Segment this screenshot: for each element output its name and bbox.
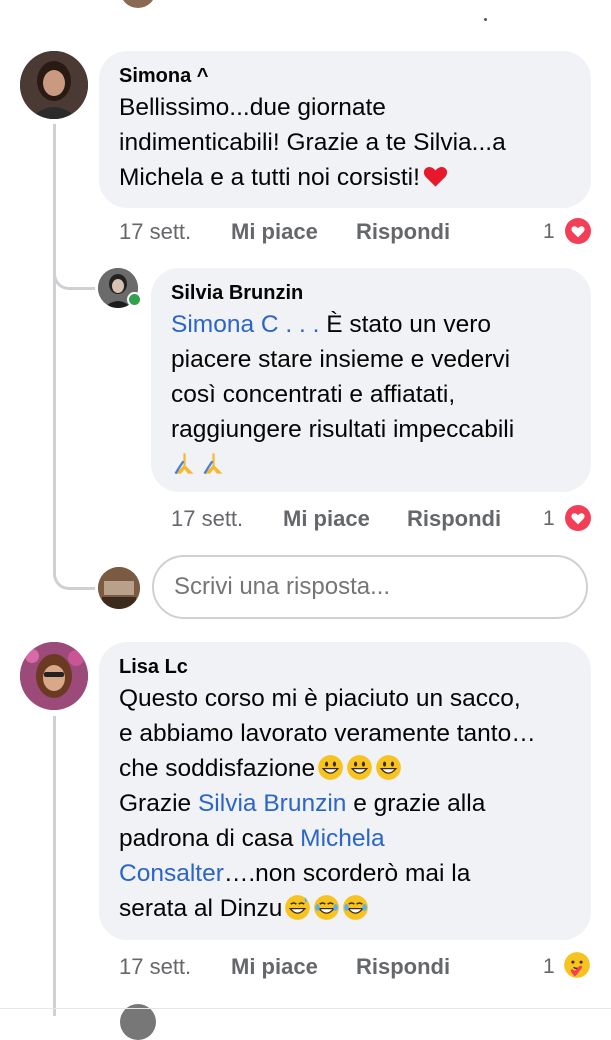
comment-text: padrona di casa [119, 825, 301, 852]
care-face-icon [564, 952, 590, 978]
comment-author[interactable]: Simona ^ [119, 65, 208, 88]
care-reaction-icon[interactable] [563, 951, 591, 979]
user-photo-icon [98, 567, 140, 609]
online-status-icon [127, 292, 142, 307]
thread-line [53, 716, 56, 1016]
comment-text: raggiungere risultati impeccabili [171, 416, 515, 443]
comment-bubble: Simona ^ Bellissimo...due giornate indim… [99, 51, 591, 208]
comment-time[interactable]: 17 sett. [119, 219, 191, 245]
comment-text: serata al Dinzu [119, 895, 283, 922]
thread-branch [53, 560, 95, 590]
comment-text: indimenticabili! Grazie a te Silvia...a [119, 129, 506, 156]
reply-button[interactable]: Rispondi [407, 506, 501, 532]
partial-avatar-top [120, 0, 156, 8]
thread-line [53, 124, 56, 564]
user-photo-icon [20, 51, 88, 119]
comment-author[interactable]: Lisa Lс [119, 656, 188, 679]
avatar[interactable] [20, 51, 88, 119]
reaction-count[interactable]: 1 [543, 507, 555, 531]
partial-avatar-bottom [120, 1004, 156, 1040]
comment-text: e grazie alla [346, 790, 486, 817]
reply-button[interactable]: Rispondi [356, 219, 450, 245]
grinning-face-icon [347, 755, 373, 780]
comment-text: È stato un vero [319, 311, 492, 338]
like-button[interactable]: Mi piace [231, 954, 318, 980]
thread-branch [53, 262, 95, 290]
comment-time[interactable]: 17 sett. [119, 954, 191, 980]
user-photo-icon [20, 642, 88, 710]
comment-text: Questo corso mi è piaciuto un sacco, [119, 685, 521, 712]
mention-link[interactable]: Silvia Brunzin [198, 790, 346, 817]
comment-text: e abbiamo lavorato veramente tanto… [119, 720, 536, 747]
comment-time[interactable]: 17 sett. [171, 506, 243, 532]
mention-link[interactable]: Michela [300, 825, 384, 852]
comment-actions: 17 sett. Mi piace Rispondi [119, 219, 579, 247]
grinning-face-icon [376, 755, 402, 780]
praying-hands-icon [174, 453, 194, 475]
like-button[interactable]: Mi piace [283, 506, 370, 532]
comment-text: Grazie [119, 790, 198, 817]
like-button[interactable]: Mi piace [231, 219, 318, 245]
grinning-sweat-icon [285, 895, 311, 920]
reaction-count[interactable]: 1 [543, 220, 555, 244]
heart-reaction-icon[interactable] [565, 505, 591, 531]
praying-hands-icon [203, 453, 223, 475]
heart-reaction-icon[interactable] [565, 218, 591, 244]
comment-bubble: Lisa Lс Questo corso mi è piaciuto un sa… [99, 642, 591, 940]
tears-of-joy-icon [314, 895, 340, 920]
comment-actions: 17 sett. Mi piace Rispondi [119, 954, 579, 982]
comment-text: Michela e a tutti noi corsisti! [119, 164, 420, 191]
current-user-avatar [98, 567, 140, 609]
reaction-count[interactable]: 1 [543, 955, 555, 979]
mention-link[interactable]: Consalter [119, 860, 224, 887]
comment-text: che soddisfazione [119, 755, 316, 782]
heart-icon [571, 226, 585, 238]
bottom-divider [0, 1008, 611, 1009]
heart-icon [423, 166, 448, 187]
grinning-face-icon [318, 755, 344, 780]
comment-text: piacere stare insieme e vedervi [171, 346, 511, 373]
mention-link[interactable]: Simona С . . . [171, 311, 319, 338]
dot [484, 18, 487, 21]
tears-of-joy-icon [343, 895, 369, 920]
comment-author[interactable]: Silvia Brunzin [171, 282, 303, 305]
reply-bubble: Silvia Brunzin Simona С . . . È stato un… [151, 268, 591, 492]
comment-text: così concentrati e affiatati, [171, 381, 456, 408]
heart-icon [571, 513, 585, 525]
comment-text: ….non scorderò mai la [223, 860, 471, 887]
reply-input[interactable] [152, 555, 588, 619]
avatar[interactable] [20, 642, 88, 710]
reply-button[interactable]: Rispondi [356, 954, 450, 980]
comment-text: Bellissimo...due giornate [119, 94, 386, 121]
reply-actions: 17 sett. Mi piace Rispondi [171, 506, 571, 534]
